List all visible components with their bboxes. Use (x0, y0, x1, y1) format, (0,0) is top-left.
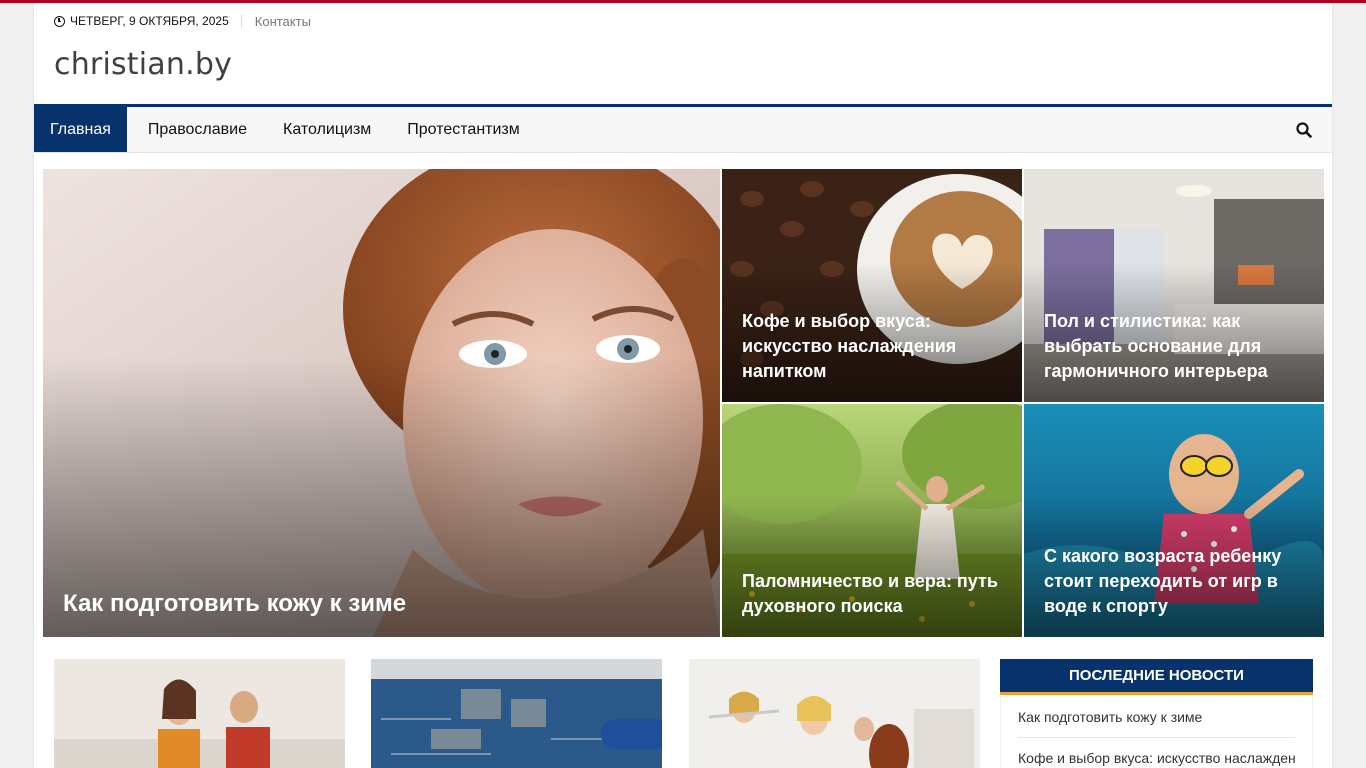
latest-news-item[interactable]: Кофе и выбор вкуса: искусство наслаждени… (1018, 750, 1295, 768)
featured-main-post[interactable]: Как подготовить кожу к зиме (43, 169, 720, 637)
clock-icon (54, 15, 65, 27)
post-card[interactable] (54, 659, 345, 768)
latest-news-widget: ПОСЛЕДНИЕ НОВОСТИ Как подготовить кожу к… (1000, 659, 1313, 768)
post-card[interactable] (689, 659, 980, 768)
featured-post-swimming[interactable]: С какого возраста ребенку стоит переходи… (1024, 404, 1324, 637)
top-bar: ЧЕТВЕРГ, 9 ОКТЯБРЯ, 2025 Контакты (54, 11, 311, 31)
post-card[interactable] (371, 659, 662, 768)
featured-main-title[interactable]: Как подготовить кожу к зиме (63, 589, 700, 619)
featured-post-pilgrimage[interactable]: Паломничество и вера: путь духовного пои… (722, 404, 1022, 637)
search-icon[interactable] (1296, 122, 1312, 138)
featured-post-coffee[interactable]: Кофе и выбор вкуса: искусство наслаждени… (722, 169, 1022, 402)
featured-post-title[interactable]: Паломничество и вера: путь духовного пои… (742, 569, 1002, 619)
nav-item-catholicism[interactable]: Католицизм (265, 107, 389, 152)
page: ЧЕТВЕРГ, 9 ОКТЯБРЯ, 2025 Контакты christ… (33, 3, 1333, 768)
featured-post-interior[interactable]: Пол и стилистика: как выбрать основание … (1024, 169, 1324, 402)
featured-post-title[interactable]: С какого возраста ребенку стоит переходи… (1044, 544, 1304, 619)
circuit-board-image (371, 659, 662, 768)
latest-news-heading: ПОСЛЕДНИЕ НОВОСТИ (1000, 659, 1313, 695)
couple-sofa-image (54, 659, 345, 768)
contacts-link[interactable]: Контакты (242, 14, 311, 29)
featured-grid: Как подготовить кожу к зиме Кофе и выбор… (43, 169, 1324, 637)
main-nav: Главная Православие Католицизм Протестан… (34, 104, 1332, 153)
nav-item-home[interactable]: Главная (34, 107, 127, 152)
date-text: ЧЕТВЕРГ, 9 ОКТЯБРЯ, 2025 (70, 14, 229, 28)
children-musicians-image (689, 659, 980, 768)
date-display: ЧЕТВЕРГ, 9 ОКТЯБРЯ, 2025 (54, 14, 242, 28)
featured-post-title[interactable]: Пол и стилистика: как выбрать основание … (1044, 309, 1304, 384)
nav-item-protestantism[interactable]: Протестантизм (389, 107, 537, 152)
latest-news-item[interactable]: Как подготовить кожу к зиме (1018, 709, 1295, 738)
nav-item-orthodoxy[interactable]: Православие (130, 107, 265, 152)
featured-post-title[interactable]: Кофе и выбор вкуса: искусство наслаждени… (742, 309, 1002, 384)
site-title[interactable]: christian.by (54, 47, 232, 82)
latest-news-list: Как подготовить кожу к зиме Кофе и выбор… (1000, 695, 1313, 768)
